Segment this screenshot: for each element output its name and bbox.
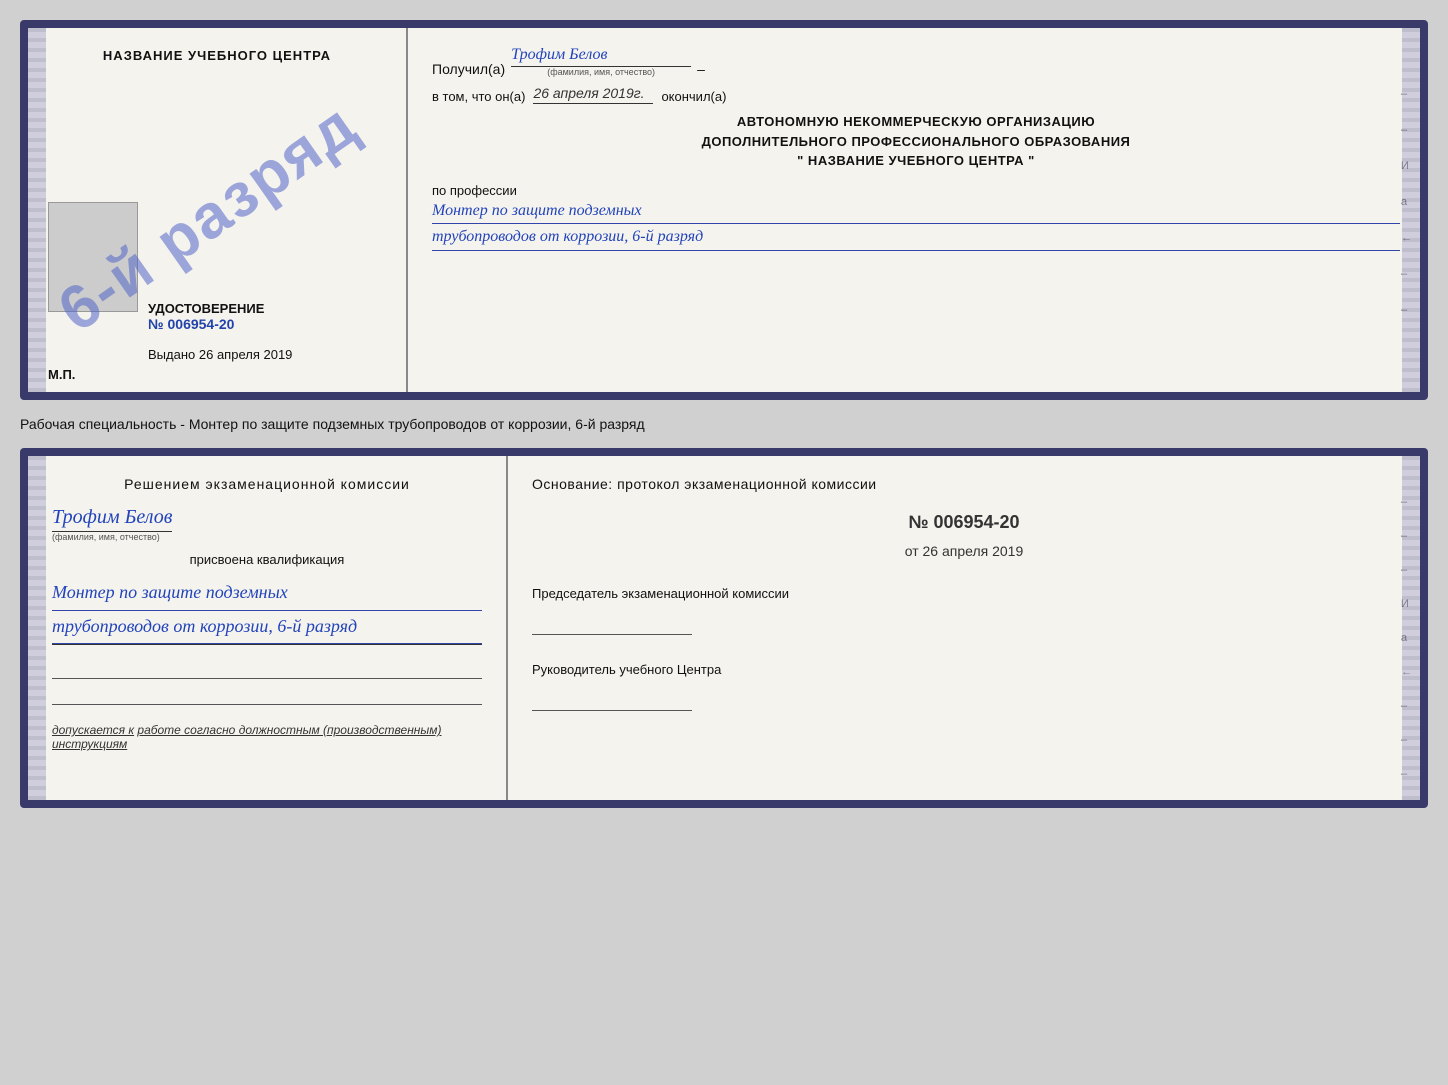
fio-bottom-block: Трофим Белов (фамилия, имя, отчество) [52,502,482,542]
ot-label: от [905,543,919,559]
vtom-label: в том, что он(а) [432,89,525,104]
dopuskaetsya-prefix: допускается к [52,723,134,737]
side-marks-top: – – И а ← – – [1401,88,1412,316]
cert-bottom-left: Решением экзаменационной комиссии Трофим… [28,456,508,800]
chairman-sign-line [532,611,692,635]
vtom-line: в том, что он(а) 26 апреля 2019г. окончи… [432,85,1400,104]
rukv-sign-line [532,687,692,711]
org-name-top: НАЗВАНИЕ УЧЕБНОГО ЦЕНТРА [103,48,331,63]
kvalif-line2: трубопроводов от коррозии, 6-й разряд [52,611,482,645]
poluchil-label: Получил(а) [432,61,505,77]
fio-hint-top: (фамилия, имя, отчество) [547,67,655,77]
rukv-title: Руководитель учебного Центра [532,661,1396,679]
prof-name-line2: трубопроводов от коррозии, 6-й разряд [432,224,1400,251]
side-marks-bottom: – – – И а ← – – – [1401,496,1412,780]
dash-top: – [697,61,705,77]
org-block: АВТОНОМНУЮ НЕКОММЕРЧЕСКУЮ ОРГАНИЗАЦИЮ ДО… [432,112,1400,171]
stamp-line2: разряд [143,90,370,278]
diagonal-stamp: 6-й разряд [68,78,348,358]
chairman-block: Председатель экзаменационной комиссии [532,585,1396,635]
prof-name: Монтер по защите подземных трубопроводов… [432,198,1400,251]
poluchil-line: Получил(а) Трофим Белов (фамилия, имя, о… [432,46,1400,77]
protocol-number: № 006954-20 [532,512,1396,533]
separator-text: Рабочая специальность - Монтер по защите… [20,412,1428,436]
org-line3: " НАЗВАНИЕ УЧЕБНОГО ЦЕНТРА " [432,151,1400,171]
org-line1: АВТОНОМНУЮ НЕКОММЕРЧЕСКУЮ ОРГАНИЗАЦИЮ [432,112,1400,132]
poluchil-name: Трофим Белов [511,46,691,67]
prisvoena-text: присвоена квалификация [52,552,482,567]
kvalif-line1: Монтер по защите подземных [52,577,482,611]
po-professii-block: по профессии Монтер по защите подземных … [432,183,1400,251]
kvalif-handwritten: Монтер по защите подземных трубопроводов… [52,577,482,645]
reshen-title: Решением экзаменационной комиссии [52,476,482,492]
blank-line-2 [52,685,482,705]
org-line2: ДОПОЛНИТЕЛЬНОГО ПРОФЕССИОНАЛЬНОГО ОБРАЗО… [432,132,1400,152]
stamp-text: 6-й разряд [46,91,369,346]
chairman-title: Председатель экзаменационной комиссии [532,585,1396,603]
cert-bottom-right: Основание: протокол экзаменационной коми… [508,456,1420,800]
cert-top-left: НАЗВАНИЕ УЧЕБНОГО ЦЕНТРА 6-й разряд УДОС… [28,28,408,392]
po-professii-label: по профессии [432,183,1400,198]
top-certificate: НАЗВАНИЕ УЧЕБНОГО ЦЕНТРА 6-й разряд УДОС… [20,20,1428,400]
rukv-block: Руководитель учебного Центра [532,661,1396,711]
page-wrapper: НАЗВАНИЕ УЧЕБНОГО ЦЕНТРА 6-й разряд УДОС… [20,20,1428,808]
dopuskaetsya-block: допускается к работе согласно должностны… [52,723,482,751]
okonchil-label: окончил(а) [661,89,726,104]
protocol-date: от 26 апреля 2019 [532,543,1396,559]
osnov-title: Основание: протокол экзаменационной коми… [532,476,1396,492]
protocol-date-value: 26 апреля 2019 [923,543,1024,559]
mp-block: М.П. [48,367,75,382]
bottom-certificate: Решением экзаменационной комиссии Трофим… [20,448,1428,808]
prof-name-line1: Монтер по защите подземных [432,198,1400,225]
cert-top-right: Получил(а) Трофим Белов (фамилия, имя, о… [408,28,1420,392]
blank-lines [52,659,482,705]
fio-handwritten: Трофим Белов [52,506,172,532]
fio-subtitle-bottom: (фамилия, имя, отчество) [52,532,160,542]
vtom-date: 26 апреля 2019г. [533,85,653,104]
blank-line-1 [52,659,482,679]
